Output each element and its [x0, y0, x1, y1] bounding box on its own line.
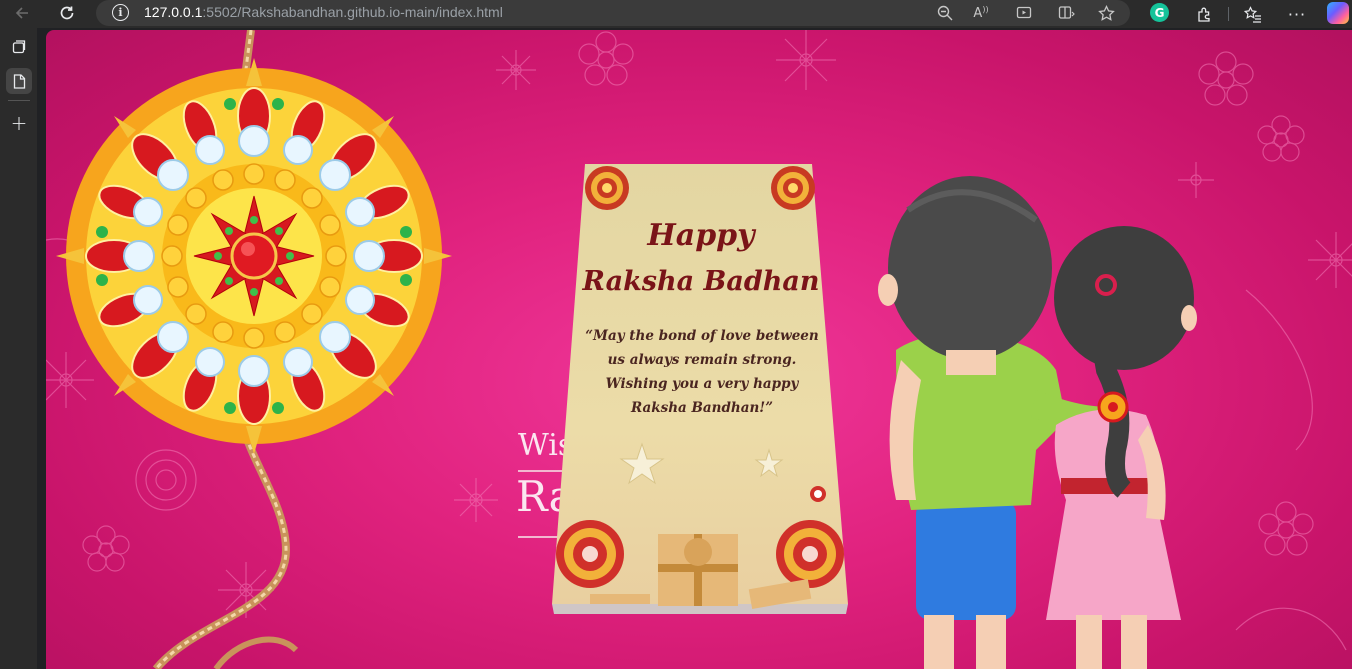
toolbar-divider: [1228, 7, 1229, 21]
zoom-out-icon[interactable]: [934, 2, 956, 24]
favorite-star-icon[interactable]: [1095, 2, 1117, 24]
tab-actions-icon[interactable]: [6, 34, 32, 60]
split-screen-icon[interactable]: [1056, 2, 1078, 24]
greeting-card[interactable]: Happy Raksha Badhan “May the bond of lov…: [550, 164, 852, 616]
favorites-icon[interactable]: [1241, 2, 1265, 26]
card-greeting-line-2: Raksha Badhan: [582, 266, 820, 297]
card-rakhi-edge: [810, 486, 826, 502]
card-quote: “May the bond of love between us always …: [585, 328, 819, 416]
address-bar[interactable]: i 127.0.0.1:5502/Rakshabandhan.github.io…: [96, 0, 1130, 26]
card-rakhi-bottom-left: [556, 520, 624, 588]
card-greeting-line-1: Happy: [647, 218, 755, 253]
brother-and-sister-illustration: [878, 176, 1197, 669]
extensions-icon[interactable]: [1192, 2, 1216, 26]
info-icon[interactable]: i: [112, 4, 129, 21]
rakhi-flower: [56, 58, 452, 454]
url-path: :5502/Rakshabandhan.github.io-main/index…: [202, 4, 503, 20]
url-text[interactable]: 127.0.0.1:5502/Rakshabandhan.github.io-m…: [144, 4, 503, 20]
card-rakhi-bottom-right: [776, 520, 844, 588]
vertical-tab-rail: +: [0, 28, 37, 669]
card-mandala-top-left: [585, 166, 629, 210]
copilot-icon[interactable]: [1327, 2, 1349, 24]
grammarly-icon[interactable]: G: [1150, 3, 1169, 22]
back-icon[interactable]: [10, 1, 34, 25]
reload-icon[interactable]: [55, 1, 79, 25]
page-viewport: Wis Raks: [46, 30, 1352, 669]
new-tab-plus-icon[interactable]: +: [6, 110, 32, 136]
page-icon[interactable]: [6, 68, 32, 94]
read-aloud-icon[interactable]: A)): [970, 2, 992, 24]
browser-toolbar: i 127.0.0.1:5502/Rakshabandhan.github.io…: [0, 0, 1352, 28]
immersive-reader-icon[interactable]: [1013, 2, 1035, 24]
url-host: 127.0.0.1: [144, 4, 203, 20]
more-icon[interactable]: ···: [1285, 2, 1309, 26]
rail-divider: [8, 100, 30, 101]
card-mandala-top-right: [771, 166, 815, 210]
page-edge: [37, 28, 46, 669]
